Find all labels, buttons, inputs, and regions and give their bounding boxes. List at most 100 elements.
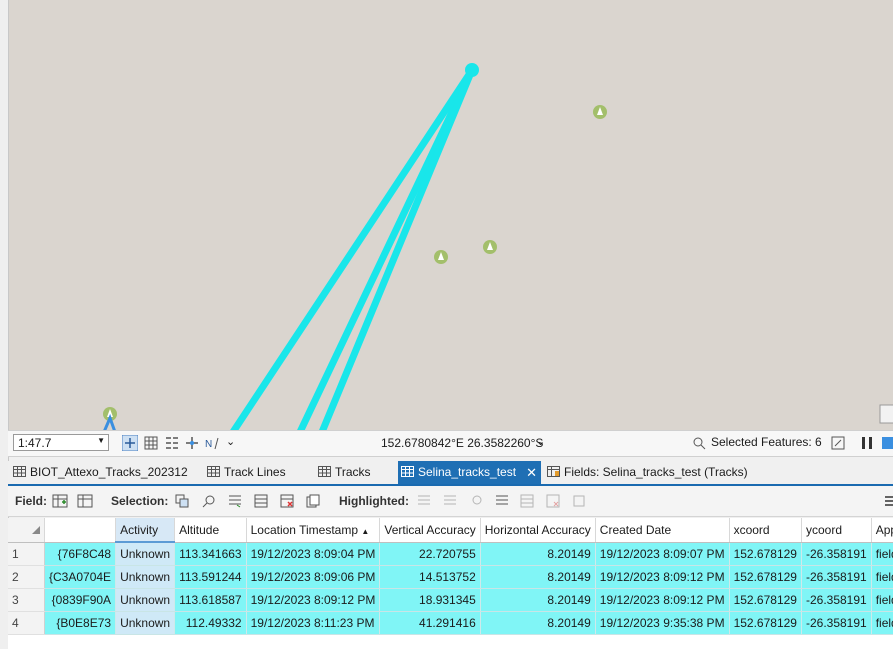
correction-icon[interactable] (184, 435, 200, 451)
table-cell[interactable]: 113.591244 (174, 565, 247, 589)
table-cell[interactable]: 112.49332 (174, 611, 247, 635)
location-marker[interactable] (483, 240, 497, 254)
calculate-field-icon[interactable] (77, 493, 93, 509)
table-cell[interactable]: 41.291416 (379, 611, 481, 635)
column-header-altitude[interactable]: Altitude (174, 518, 247, 543)
table-cell[interactable]: 8.20149 (480, 588, 596, 612)
select-by-attributes-icon[interactable] (174, 493, 190, 509)
table-cell[interactable]: 19/12/2023 8:09:06 PM (246, 565, 381, 589)
table-cell[interactable]: 19/12/2023 8:11:23 PM (246, 611, 381, 635)
table-cell[interactable]: fieldmaps (871, 542, 893, 566)
zoom-to-highlighted-icon[interactable] (416, 493, 432, 509)
table-cell[interactable]: 22.720755 (379, 542, 481, 566)
table-cell[interactable]: Unknown (115, 588, 176, 612)
column-header-activity[interactable]: Activity (115, 518, 176, 543)
table-cell[interactable]: fieldmaps (871, 565, 893, 589)
switch-selection-icon[interactable] (227, 493, 243, 509)
table-row[interactable]: 1 76F8C48} Unknown 113.341663 19/12/2023… (8, 542, 893, 566)
table-cell[interactable]: 8.20149 (480, 611, 596, 635)
selected-features-icon[interactable] (691, 435, 707, 451)
track-line[interactable] (230, 68, 475, 430)
table-cell[interactable]: 152.678129 (729, 542, 802, 566)
close-icon[interactable]: ✕ (526, 461, 537, 484)
table-cell[interactable]: 14.513752 (379, 565, 481, 589)
table-cell[interactable]: C3A0704E} (44, 565, 117, 589)
row-number[interactable]: 1 (8, 542, 45, 566)
row-number[interactable]: 4 (8, 611, 45, 635)
delete-highlighted-icon[interactable] (545, 493, 561, 509)
table-cell[interactable]: 19/12/2023 8:09:12 PM (595, 588, 730, 612)
column-header-created-date[interactable]: Created Date (595, 518, 730, 543)
reselect-icon[interactable] (519, 493, 535, 509)
coordinate-format-chevron-icon[interactable]: ⌄ (536, 435, 545, 448)
table-cell[interactable]: 113.341663 (174, 542, 247, 566)
map-canvas[interactable] (0, 0, 893, 430)
table-cell[interactable]: -26.358191 (801, 542, 872, 566)
pause-drawing-icon[interactable] (859, 435, 875, 451)
location-marker[interactable] (434, 250, 448, 264)
north-arrow-icon[interactable]: N (204, 435, 220, 451)
table-cell[interactable]: 19/12/2023 8:09:12 PM (595, 565, 730, 589)
snapping-icon[interactable] (122, 435, 138, 451)
column-header-application-id[interactable]: Application ID (871, 518, 893, 543)
copy-highlighted-icon[interactable] (571, 493, 587, 509)
tab-biot-attexo-tracks[interactable]: BIOT_Attexo_Tracks_202312 (10, 461, 200, 484)
column-header-vertical-accuracy[interactable]: Vertical Accuracy (379, 518, 481, 543)
table-cell[interactable]: Unknown (115, 542, 176, 566)
table-cell[interactable]: 19/12/2023 8:09:07 PM (595, 542, 730, 566)
add-field-icon[interactable] (52, 493, 68, 509)
map-view[interactable] (0, 0, 893, 430)
location-marker[interactable] (593, 105, 607, 119)
table-cell[interactable]: 0839F90A} (44, 588, 117, 612)
table-cell[interactable]: fieldmaps (871, 588, 893, 612)
track-line[interactable] (319, 68, 476, 430)
table-cell[interactable]: Unknown (115, 611, 176, 635)
map-edge-button[interactable] (879, 404, 893, 424)
table-cell[interactable]: Unknown (115, 565, 176, 589)
switch-highlighted-icon[interactable] (468, 493, 484, 509)
table-row[interactable]: 4 B0E8E73} Unknown 112.49332 19/12/2023 … (8, 611, 893, 635)
table-cell[interactable]: -26.358191 (801, 611, 872, 635)
column-header-xcoord[interactable]: xcoord (729, 518, 802, 543)
selected-features-count[interactable]: Selected Features: 6 (711, 435, 822, 449)
refresh-icon[interactable] (830, 435, 846, 451)
grid-icon[interactable] (143, 435, 159, 451)
pan-to-highlighted-icon[interactable] (442, 493, 458, 509)
unhighlight-icon[interactable] (494, 493, 510, 509)
table-row[interactable]: 2 C3A0704E} Unknown 113.591244 19/12/202… (8, 565, 893, 589)
table-cell[interactable]: 8.20149 (480, 565, 596, 589)
table-cell[interactable]: 76F8C48} (44, 542, 117, 566)
column-header[interactable] (44, 518, 117, 543)
copy-selection-icon[interactable] (305, 493, 321, 509)
refresh-map-icon[interactable] (880, 435, 893, 451)
row-number[interactable]: 3 (8, 588, 45, 612)
column-header-ycoord[interactable]: ycoord (801, 518, 872, 543)
column-header-horizontal-accuracy[interactable]: Horizontal Accuracy (480, 518, 596, 543)
row-number[interactable]: 2 (8, 565, 45, 589)
menu-icon[interactable] (882, 493, 893, 509)
row-header-corner[interactable] (8, 518, 45, 543)
table-cell[interactable]: fieldmaps (871, 611, 893, 635)
attribute-table[interactable]: Activity Altitude Location Timestamp ▲ V… (8, 518, 893, 649)
tab-selina-tracks-test[interactable]: Selina_tracks_test ✕ (398, 461, 541, 484)
scale-dropdown[interactable]: 1:47.7 ▼ (13, 434, 109, 451)
tab-tracks[interactable]: Tracks (315, 461, 395, 484)
zoom-to-selection-icon[interactable] (201, 493, 217, 509)
track-vertex[interactable] (465, 63, 479, 77)
table-row[interactable]: 3 0839F90A} Unknown 113.618587 19/12/202… (8, 588, 893, 612)
table-cell[interactable]: 19/12/2023 8:09:12 PM (246, 588, 381, 612)
table-cell[interactable]: 152.678129 (729, 565, 802, 589)
select-all-icon[interactable] (253, 493, 269, 509)
table-cell[interactable]: 152.678129 (729, 611, 802, 635)
chevron-down-icon[interactable]: ⌄ (226, 435, 242, 451)
table-cell[interactable]: -26.358191 (801, 588, 872, 612)
table-cell[interactable]: 152.678129 (729, 588, 802, 612)
table-cell[interactable]: -26.358191 (801, 565, 872, 589)
constraints-icon[interactable] (164, 435, 180, 451)
table-cell[interactable]: B0E8E73} (44, 611, 117, 635)
table-cell[interactable]: 8.20149 (480, 542, 596, 566)
table-cell[interactable]: 19/12/2023 8:09:04 PM (246, 542, 381, 566)
table-cell[interactable]: 113.618587 (174, 588, 247, 612)
table-cell[interactable]: 18.931345 (379, 588, 481, 612)
clear-selection-icon[interactable] (279, 493, 295, 509)
